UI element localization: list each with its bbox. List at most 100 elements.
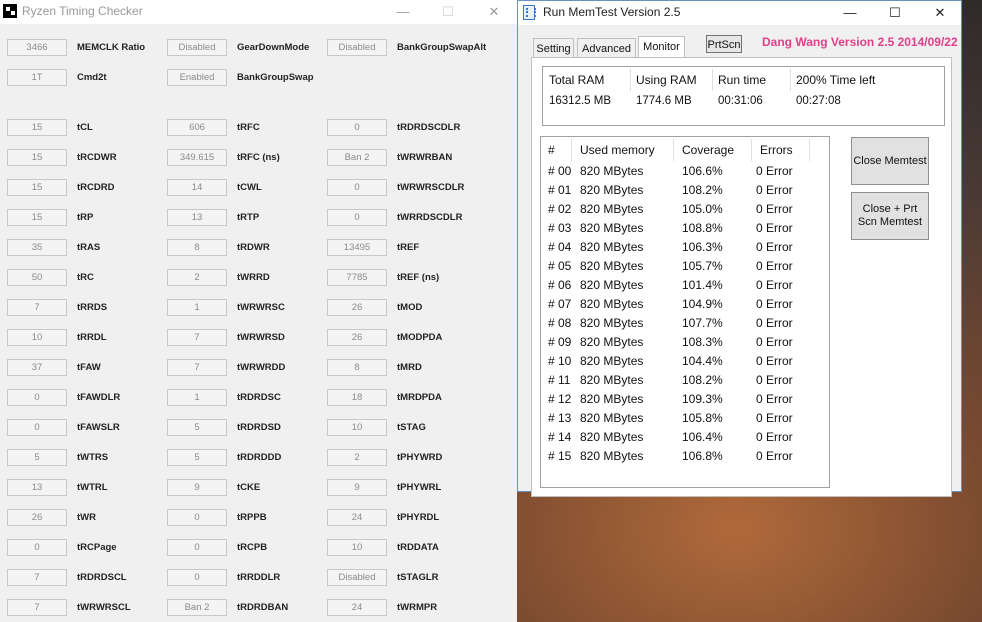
memtest-maximize-button[interactable]: ☐ [881,3,909,23]
timing-value-field[interactable]: 13 [167,209,227,226]
tab-setting[interactable]: Setting [533,38,574,58]
col-header-index[interactable]: # [548,143,555,157]
timing-value-field[interactable]: 24 [327,599,387,616]
timing-value-field[interactable]: 1 [167,389,227,406]
col-header-used-memory[interactable]: Used memory [580,143,655,157]
timing-value-field[interactable]: 13 [7,479,67,496]
timing-value-field[interactable]: 0 [167,569,227,586]
timing-value-field[interactable]: Disabled [167,39,227,56]
timing-value-field[interactable]: 37 [7,359,67,376]
timing-value-field[interactable]: Ban 2 [167,599,227,616]
tab-monitor[interactable]: Monitor [638,36,685,58]
timing-value-field[interactable]: 5 [7,449,67,466]
timing-value-field[interactable]: Ban 2 [327,149,387,166]
list-item[interactable]: # 14 820 MBytes 106.4% 0 Error [541,428,829,447]
timing-value-field[interactable]: 10 [327,419,387,436]
stat-time-left: 00:27:08 [796,95,841,107]
timing-value-field[interactable]: 0 [167,539,227,556]
timing-value-field[interactable]: 0 [7,419,67,436]
timing-value-field[interactable]: 9 [327,479,387,496]
maximize-button[interactable]: ☐ [434,2,462,22]
list-item[interactable]: # 10 820 MBytes 104.4% 0 Error [541,352,829,371]
minimize-button[interactable]: — [389,2,417,22]
row-used-memory: 820 MBytes [580,278,644,292]
timing-value-field[interactable]: 7 [7,299,67,316]
timing-value-field[interactable]: 35 [7,239,67,256]
timing-value-field[interactable]: 13495 [327,239,387,256]
timing-value-field[interactable]: 7 [7,599,67,616]
timing-value-field[interactable]: 7 [167,359,227,376]
timing-value-field[interactable]: 8 [167,239,227,256]
rtc-titlebar[interactable]: Ryzen Timing Checker — ☐ ✕ [0,0,517,24]
tab-advanced[interactable]: Advanced [577,38,636,58]
timing-value-field[interactable]: 7785 [327,269,387,286]
memtest-thread-list[interactable]: # Used memory Coverage Errors # 00 820 MB… [540,136,830,488]
list-item[interactable]: # 09 820 MBytes 108.3% 0 Error [541,333,829,352]
timing-value-field[interactable]: 2 [167,269,227,286]
timing-value-field[interactable]: 10 [327,539,387,556]
timing-value-field[interactable]: 26 [327,299,387,316]
timing-value-field[interactable]: 0 [327,119,387,136]
timing-label: tFAW [77,362,101,373]
timing-value-field[interactable]: Enabled [167,69,227,86]
timing-value-field[interactable]: 0 [167,509,227,526]
timing-value-field[interactable]: 9 [167,479,227,496]
timing-value-field[interactable]: 5 [167,449,227,466]
timing-value-field[interactable]: 1T [7,69,67,86]
timing-label: tREF (ns) [397,272,440,283]
list-item[interactable]: # 02 820 MBytes 105.0% 0 Error [541,200,829,219]
list-item[interactable]: # 08 820 MBytes 107.7% 0 Error [541,314,829,333]
timing-value-field[interactable]: 2 [327,449,387,466]
timing-value-field[interactable]: 50 [7,269,67,286]
list-item[interactable]: # 06 820 MBytes 101.4% 0 Error [541,276,829,295]
timing-value-field[interactable]: 15 [7,209,67,226]
timing-value-field[interactable]: 8 [327,359,387,376]
memtest-minimize-button[interactable]: — [836,3,864,23]
prtscn-button[interactable]: PrtScn [706,35,742,53]
timing-value-field[interactable]: 15 [7,179,67,196]
list-item[interactable]: # 00 820 MBytes 106.6% 0 Error [541,162,829,181]
timing-value-field[interactable]: 606 [167,119,227,136]
timing-value-field[interactable]: 15 [7,119,67,136]
timing-value-field[interactable]: 0 [7,389,67,406]
timing-value-field[interactable]: 26 [327,329,387,346]
list-item[interactable]: # 12 820 MBytes 109.3% 0 Error [541,390,829,409]
timing-label: Cmd2t [77,72,107,83]
list-item[interactable]: # 01 820 MBytes 108.2% 0 Error [541,181,829,200]
timing-value-field[interactable]: 10 [7,329,67,346]
timing-value-field[interactable]: 1 [167,299,227,316]
memtest-titlebar[interactable]: Run MemTest Version 2.5 — ☐ ✕ [518,1,961,25]
close-prtscn-memtest-button[interactable]: Close + Prt Scn Memtest [851,192,929,240]
timing-value-field[interactable]: 3466 [7,39,67,56]
timing-value-field[interactable]: 18 [327,389,387,406]
col-header-errors[interactable]: Errors [760,143,793,157]
row-errors: 0 Error [756,259,793,273]
timing-value-field[interactable]: 24 [327,509,387,526]
timing-value-field[interactable]: 14 [167,179,227,196]
timing-value-field[interactable]: 0 [327,179,387,196]
list-item[interactable]: # 04 820 MBytes 106.3% 0 Error [541,238,829,257]
list-item[interactable]: # 13 820 MBytes 105.8% 0 Error [541,409,829,428]
timing-value-field[interactable]: Disabled [327,569,387,586]
close-button[interactable]: ✕ [480,2,508,22]
timing-value-field[interactable]: 7 [167,329,227,346]
timing-label: tRFC (ns) [237,152,280,163]
timing-value-field[interactable]: Disabled [327,39,387,56]
col-header-coverage[interactable]: Coverage [682,143,734,157]
timing-value-field[interactable]: 26 [7,509,67,526]
timing-value-field[interactable]: 349.615 [167,149,227,166]
memtest-close-button[interactable]: ✕ [926,3,954,23]
list-item[interactable]: # 03 820 MBytes 108.8% 0 Error [541,219,829,238]
timing-value-field[interactable]: 5 [167,419,227,436]
close-memtest-button[interactable]: Close Memtest [851,137,929,185]
timing-value-field[interactable]: 15 [7,149,67,166]
list-item[interactable]: # 11 820 MBytes 108.2% 0 Error [541,371,829,390]
timing-value-field[interactable]: 7 [7,569,67,586]
timing-label: GearDownMode [237,42,310,53]
ram-stats-box: Total RAM Using RAM Run time 200% Time l… [542,66,945,126]
timing-value-field[interactable]: 0 [7,539,67,556]
list-item[interactable]: # 05 820 MBytes 105.7% 0 Error [541,257,829,276]
timing-value-field[interactable]: 0 [327,209,387,226]
list-item[interactable]: # 15 820 MBytes 106.8% 0 Error [541,447,829,466]
list-item[interactable]: # 07 820 MBytes 104.9% 0 Error [541,295,829,314]
